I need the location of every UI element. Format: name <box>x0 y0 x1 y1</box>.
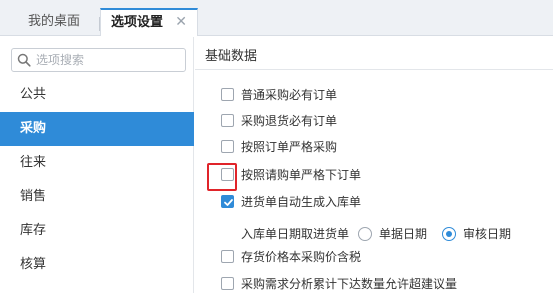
option-label: 采购需求分析累计下达数量允许超建议量 <box>241 277 458 291</box>
checkbox[interactable] <box>221 277 234 290</box>
checkbox[interactable] <box>221 250 234 263</box>
inbound-date-label: 入库单日期取进货单 <box>241 227 350 241</box>
radio-document-date[interactable] <box>358 227 372 241</box>
option-label: 进货单自动生成入库单 <box>241 195 362 209</box>
checkbox[interactable] <box>221 114 234 127</box>
radio-document-date-label: 单据日期 <box>379 227 428 241</box>
sidebar-item-accounts[interactable]: 往来 <box>0 146 194 180</box>
sidebar: 公共 采购 往来 销售 库存 核算 <box>0 37 194 293</box>
sidebar-item-inventory[interactable]: 库存 <box>0 214 194 248</box>
sidebar-item-accounting[interactable]: 核算 <box>0 248 194 282</box>
option-label: 采购退货必有订单 <box>241 114 338 128</box>
section-title: 基础数据 <box>205 49 258 64</box>
options-window: 我的桌面 选项设置 ✕ 公共 采购 往来 销售 库存 核算 基础数据 普通采购必… <box>0 0 553 293</box>
sidebar-item-purchase[interactable]: 采购 <box>0 112 194 146</box>
option-label: 存货价格本采购价含税 <box>241 250 362 264</box>
tab-my-desktop[interactable]: 我的桌面 <box>14 8 94 36</box>
settings-panel: 基础数据 普通采购必有订单 采购退货必有订单 按照订单严格采购 按照请购单严格下… <box>195 37 553 293</box>
option-label: 按照订单严格采购 <box>241 140 338 154</box>
radio-audit-date-label: 审核日期 <box>463 227 512 241</box>
radio-audit-date[interactable] <box>442 227 456 241</box>
option-search <box>11 48 186 72</box>
checkbox[interactable] <box>221 88 234 101</box>
option-label: 普通采购必有订单 <box>241 88 338 102</box>
search-input[interactable] <box>36 51 182 69</box>
tab-options-settings[interactable]: 选项设置 ✕ <box>100 8 198 36</box>
annotation-highlight-box <box>207 163 237 191</box>
close-icon[interactable]: ✕ <box>175 10 187 35</box>
option-label: 按照请购单严格下订单 <box>241 168 362 182</box>
checkbox-checked[interactable] <box>221 195 234 208</box>
tab-options-label: 选项设置 <box>111 15 164 30</box>
section-divider <box>195 69 553 70</box>
sidebar-item-public[interactable]: 公共 <box>0 78 194 112</box>
checkbox[interactable] <box>221 140 234 153</box>
tab-bar: 我的桌面 选项设置 ✕ <box>0 0 553 36</box>
search-icon <box>17 53 31 67</box>
checkmark-icon <box>224 199 233 206</box>
sidebar-item-sales[interactable]: 销售 <box>0 180 194 214</box>
